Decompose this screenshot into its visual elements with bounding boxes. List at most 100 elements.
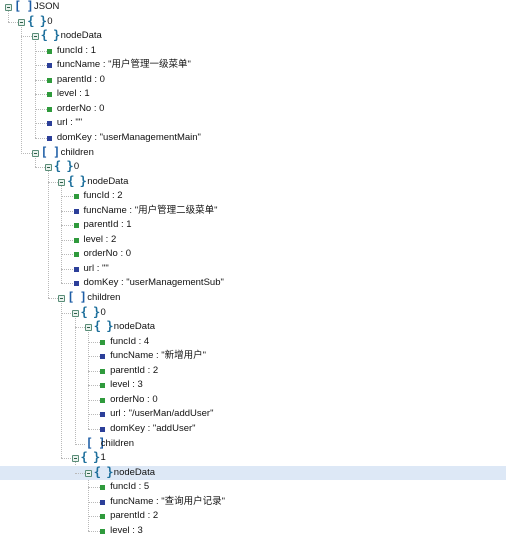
tree-connector-line xyxy=(34,123,47,125)
array-bracket-icon[interactable]: [ ] xyxy=(67,291,87,304)
tree-connector-line xyxy=(87,487,101,489)
tree-leaf-label[interactable]: url : "" xyxy=(84,262,109,275)
tree-leaf-label[interactable]: funcName : "用户管理一级菜单" xyxy=(57,58,191,71)
tree-leaf-row[interactable] xyxy=(0,349,506,363)
tree-leaf-row[interactable] xyxy=(0,364,506,378)
collapse-toggle-icon[interactable] xyxy=(71,455,79,463)
collapse-toggle-icon[interactable] xyxy=(31,149,39,157)
collapse-toggle-icon[interactable] xyxy=(44,164,52,172)
tree-leaf-label[interactable]: domKey : "addUser" xyxy=(110,422,195,435)
object-brace-icon[interactable]: { } xyxy=(94,466,114,479)
tree-leaf-label[interactable]: funcName : "查询用户记录" xyxy=(110,495,225,508)
tree-leaf-label[interactable]: url : "" xyxy=(57,116,82,129)
tree-connector-line xyxy=(47,181,59,183)
tree-connector-line xyxy=(61,210,74,212)
tree-leaf-label[interactable]: domKey : "userManagementSub" xyxy=(84,276,224,289)
tree-leaf-row[interactable] xyxy=(0,509,506,523)
tree-node-label[interactable]: nodeData xyxy=(61,29,102,42)
collapse-toggle-icon[interactable] xyxy=(84,469,92,477)
tree-node-label[interactable]: children xyxy=(87,291,120,304)
string-leaf-icon xyxy=(46,63,52,69)
tree-leaf-label[interactable]: funcId : 5 xyxy=(110,480,149,493)
tree-leaf-label[interactable]: orderNo : 0 xyxy=(84,247,132,260)
tree-node-label[interactable]: JSON xyxy=(34,0,59,13)
tree-leaf-label[interactable]: funcId : 2 xyxy=(84,189,123,202)
number-leaf-icon xyxy=(46,106,52,112)
tree-leaf-row[interactable] xyxy=(0,495,506,509)
object-brace-icon[interactable]: { } xyxy=(27,15,47,28)
tree-node-label[interactable]: nodeData xyxy=(87,175,128,188)
array-bracket-icon[interactable]: [ ] xyxy=(41,146,61,159)
tree-node-label[interactable]: children xyxy=(61,146,94,159)
tree-leaf-label[interactable]: orderNo : 0 xyxy=(110,393,158,406)
collapse-toggle-icon[interactable] xyxy=(84,324,92,332)
number-leaf-icon xyxy=(46,77,52,83)
tree-node-label[interactable]: nodeData xyxy=(114,466,155,479)
tree-connector-line xyxy=(74,327,85,329)
tree-connector-line xyxy=(87,530,101,532)
object-brace-icon[interactable]: { } xyxy=(81,306,101,319)
collapse-toggle-icon[interactable] xyxy=(5,4,12,11)
tree-leaf-label[interactable]: level : 1 xyxy=(57,87,90,100)
string-leaf-icon xyxy=(46,135,52,141)
collapse-toggle-icon[interactable] xyxy=(31,33,39,41)
tree-connector-line xyxy=(87,414,101,416)
collapse-toggle-icon[interactable] xyxy=(18,18,26,26)
number-leaf-icon xyxy=(100,514,106,520)
object-brace-icon[interactable]: { } xyxy=(54,160,74,173)
tree-leaf-label[interactable]: level : 3 xyxy=(110,378,143,391)
collapse-toggle-icon[interactable] xyxy=(58,295,66,302)
tree-leaf-row[interactable] xyxy=(0,393,506,407)
tree-leaf-label[interactable]: parentId : 2 xyxy=(110,509,158,522)
tree-leaf-label[interactable]: level : 2 xyxy=(84,233,117,246)
tree-leaf-label[interactable]: funcId : 4 xyxy=(110,335,149,348)
tree-leaf-label[interactable]: domKey : "userManagementMain" xyxy=(57,131,201,144)
tree-leaf-label[interactable]: url : "/userMan/addUser" xyxy=(110,407,213,420)
collapse-toggle-icon[interactable] xyxy=(71,309,79,317)
object-brace-icon[interactable]: { } xyxy=(81,451,101,464)
tree-node-label[interactable]: children xyxy=(101,437,134,450)
tree-leaf-row[interactable] xyxy=(0,422,506,436)
tree-leaf-row[interactable] xyxy=(0,335,506,349)
number-leaf-icon xyxy=(100,383,106,389)
tree-connector-line xyxy=(87,399,101,401)
tree-leaf-label[interactable]: funcName : "用户管理二级菜单" xyxy=(84,204,218,217)
object-brace-icon[interactable]: { } xyxy=(94,320,114,333)
tree-node-label[interactable]: 0 xyxy=(74,160,79,173)
object-brace-icon[interactable]: { } xyxy=(41,29,61,42)
number-leaf-icon xyxy=(73,223,79,229)
tree-connector-line xyxy=(61,268,74,270)
tree-connector-line xyxy=(87,516,101,518)
tree-connector-line xyxy=(61,239,74,241)
tree-leaf-row[interactable] xyxy=(0,378,506,392)
collapse-toggle-icon[interactable] xyxy=(58,178,66,186)
tree-connector-line xyxy=(34,137,47,139)
tree-node-label[interactable]: 1 xyxy=(101,451,106,464)
tree-leaf-label[interactable]: funcId : 1 xyxy=(57,44,96,57)
tree-connector-line xyxy=(34,94,47,96)
object-brace-icon[interactable]: { } xyxy=(67,175,87,188)
tree-leaf-label[interactable]: parentId : 0 xyxy=(57,73,105,86)
tree-leaf-row[interactable] xyxy=(0,480,506,494)
tree-leaf-row[interactable] xyxy=(0,407,506,421)
tree-connector-line xyxy=(87,385,101,387)
tree-leaf-label[interactable]: orderNo : 0 xyxy=(57,102,105,115)
array-bracket-icon[interactable]: [ ] xyxy=(14,0,34,13)
number-leaf-icon xyxy=(46,92,52,98)
tree-node-label[interactable]: nodeData xyxy=(114,320,155,333)
json-tree-view: [ ] JSON{ } 0{ } nodeData funcId : 1 funcName… xyxy=(0,0,506,536)
number-leaf-icon xyxy=(73,252,79,258)
string-leaf-icon xyxy=(100,499,106,505)
number-leaf-icon xyxy=(73,237,79,243)
tree-node-label[interactable]: 0 xyxy=(47,15,52,28)
tree-node-row[interactable] xyxy=(0,15,506,29)
tree-node-row[interactable] xyxy=(0,0,506,14)
tree-connector-line xyxy=(61,312,72,314)
tree-leaf-label[interactable]: parentId : 1 xyxy=(84,218,132,231)
tree-leaf-label[interactable]: parentId : 2 xyxy=(110,364,158,377)
tree-leaf-row[interactable] xyxy=(0,524,506,538)
tree-leaf-label[interactable]: funcName : "新增用户" xyxy=(110,349,206,362)
tree-connector-line xyxy=(21,36,32,38)
tree-node-label[interactable]: 0 xyxy=(101,306,106,319)
tree-leaf-label[interactable]: level : 3 xyxy=(110,524,143,537)
